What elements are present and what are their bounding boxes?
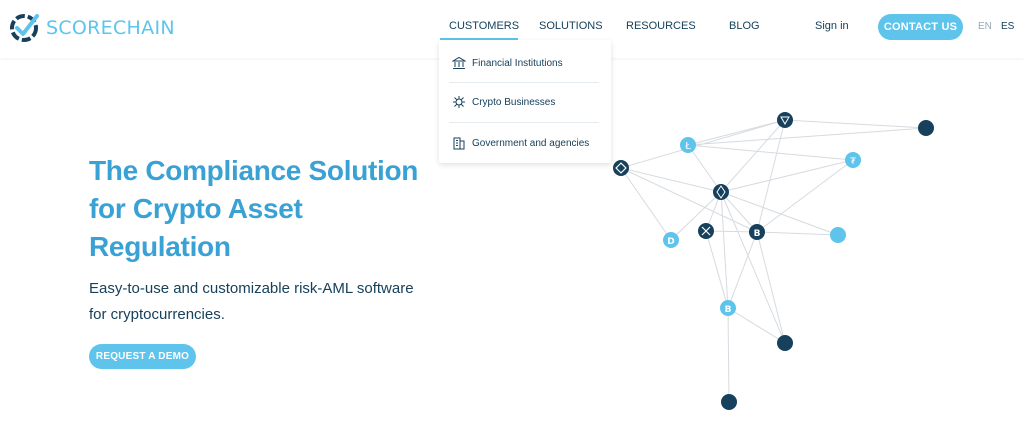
network-edges <box>620 119 927 403</box>
bank-icon <box>452 56 466 69</box>
tron-node-icon <box>777 112 793 128</box>
svg-text:D: D <box>667 237 674 247</box>
logo[interactable]: SCORECHAIN <box>8 10 175 46</box>
dropdown-divider <box>449 122 599 123</box>
nav-blog[interactable]: BLOG <box>729 20 760 32</box>
sign-in-link[interactable]: Sign in <box>815 20 849 32</box>
dropdown-item-crypto-businesses[interactable]: Crypto Businesses <box>452 93 555 111</box>
dropdown-item-financial-institutions[interactable]: Financial Institutions <box>452 54 563 72</box>
dropdown-item-label: Government and agencies <box>472 137 590 149</box>
hero-title: The Compliance Solution for Crypto Asset… <box>89 155 419 262</box>
network-node <box>918 120 934 136</box>
svg-text:B: B <box>754 229 761 239</box>
lang-es[interactable]: ES <box>1001 21 1014 32</box>
hero-subtitle: Easy-to-use and customizable risk-AML so… <box>89 280 414 323</box>
contact-us-button[interactable]: CONTACT US <box>878 14 963 40</box>
lang-en[interactable]: EN <box>978 21 992 32</box>
dropdown-item-government[interactable]: Government and agencies <box>452 134 589 152</box>
network-node <box>830 227 846 243</box>
network-node <box>721 394 737 410</box>
dropdown-item-label: Financial Institutions <box>472 57 563 69</box>
network-gear-icon <box>453 96 465 108</box>
dropdown-divider <box>449 82 599 83</box>
customers-dropdown: Financial Institutions Crypto Businesses… <box>439 40 611 163</box>
svg-text:Ł: Ł <box>684 141 691 152</box>
crypto-network-illustration: Ł ₮ B D B <box>613 112 934 410</box>
svg-text:B: B <box>725 305 732 315</box>
scorechain-logo-icon <box>8 12 40 44</box>
nav-customers[interactable]: CUSTOMERS <box>449 20 519 32</box>
network-node <box>777 335 793 351</box>
dropdown-item-label: Crypto Businesses <box>472 96 556 108</box>
nav-solutions[interactable]: SOLUTIONS <box>539 20 603 32</box>
request-demo-button[interactable]: REQUEST A DEMO <box>89 344 196 369</box>
nav-resources[interactable]: RESOURCES <box>626 20 696 32</box>
brand-name: SCORECHAIN <box>46 17 175 39</box>
svg-text:₮: ₮ <box>850 157 856 167</box>
building-icon <box>453 137 465 150</box>
